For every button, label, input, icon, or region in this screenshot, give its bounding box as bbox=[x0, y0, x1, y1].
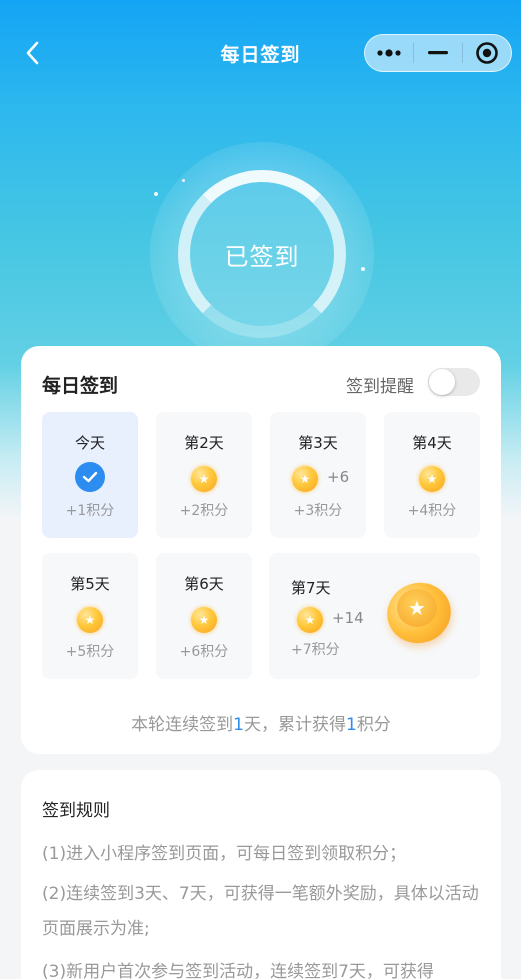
rules-title: 签到规则 bbox=[42, 801, 110, 821]
bonus-points: +14 bbox=[332, 609, 364, 627]
day-points: +5积分 bbox=[65, 644, 115, 660]
close-miniprogram-button[interactable] bbox=[463, 35, 511, 71]
day-label: 第7天 bbox=[291, 579, 331, 597]
day-card-today[interactable]: 今天 +1积分 bbox=[42, 412, 138, 538]
summary-middle: 天，累计获得 bbox=[244, 715, 346, 735]
coin-icon: ★ bbox=[292, 466, 318, 492]
reminder-label: 签到提醒 bbox=[346, 377, 414, 397]
check-icon bbox=[75, 462, 105, 492]
day-label: 第6天 bbox=[184, 575, 224, 593]
day-points: +4积分 bbox=[407, 503, 457, 519]
toggle-knob bbox=[429, 369, 455, 395]
minimize-button[interactable] bbox=[414, 35, 462, 71]
rule-item: (1)进入小程序签到页面，可每日签到领取积分； bbox=[42, 844, 407, 864]
day-points: +1积分 bbox=[65, 503, 115, 519]
rule-item: (2)连续签到3天、7天，可获得一笔额外奖励，具体以活动页面展示为准; bbox=[42, 884, 479, 939]
checkin-rules-card: 签到规则 (1)进入小程序签到页面，可每日签到领取积分； (2)连续签到3天、7… bbox=[21, 770, 501, 979]
coin-icon: ★ bbox=[419, 466, 445, 492]
more-button[interactable] bbox=[365, 35, 413, 71]
day-card-5[interactable]: 第5天 ★ +5积分 bbox=[42, 553, 138, 679]
reminder-toggle[interactable] bbox=[428, 368, 480, 396]
coin-icon: ★ bbox=[77, 607, 103, 633]
miniprogram-capsule bbox=[364, 34, 512, 72]
summary-suffix: 积分 bbox=[356, 715, 391, 735]
sparkle-decoration bbox=[154, 192, 158, 196]
summary-prefix: 本轮连续签到 bbox=[131, 715, 234, 735]
rule-item: (3)新用户首次参与签到活动，连续签到7天，可获得 bbox=[42, 962, 434, 979]
day-points: +7积分 bbox=[291, 642, 340, 658]
day-card-4[interactable]: 第4天 ★ +4积分 bbox=[384, 412, 480, 538]
checkin-status-text: 已签到 bbox=[224, 242, 300, 271]
day-card-6[interactable]: 第6天 ★ +6积分 bbox=[156, 553, 252, 679]
day-label: 第4天 bbox=[412, 434, 452, 452]
big-coin-reward-icon: ★ bbox=[379, 574, 459, 652]
day-card-3[interactable]: 第3天 ★ +6 +3积分 bbox=[270, 412, 366, 538]
day-label: 第2天 bbox=[184, 434, 224, 452]
day-card-2[interactable]: 第2天 ★ +2积分 bbox=[156, 412, 252, 538]
minimize-icon bbox=[428, 51, 448, 55]
checkin-summary: 本轮连续签到1天，累计获得1积分 bbox=[21, 710, 501, 735]
coin-icon: ★ bbox=[191, 466, 217, 492]
day-points: +3积分 bbox=[293, 503, 343, 519]
day-points: +6积分 bbox=[179, 644, 229, 660]
streak-days: 1 bbox=[233, 715, 244, 735]
day-label: 第3天 bbox=[298, 434, 338, 452]
coin-icon: ★ bbox=[191, 607, 217, 633]
day-points: +2积分 bbox=[179, 503, 229, 519]
navigation-bar: 每日签到 bbox=[0, 28, 521, 78]
coin-icon: ★ bbox=[297, 607, 323, 633]
total-points: 1 bbox=[346, 715, 357, 735]
day-label: 今天 bbox=[74, 434, 105, 452]
checkin-card-title: 每日签到 bbox=[42, 375, 119, 397]
checkin-status-ring: 已签到 bbox=[178, 170, 346, 338]
day-card-7[interactable]: 第7天 ★ +14 +7积分 ★ bbox=[269, 553, 480, 679]
bonus-points: +6 bbox=[327, 468, 350, 486]
target-close-icon bbox=[476, 42, 498, 64]
day-label: 第5天 bbox=[70, 575, 110, 593]
more-dots-icon bbox=[377, 49, 401, 57]
daily-checkin-card: 每日签到 签到提醒 今天 +1积分 第2天 ★ +2积分 第3天 ★ +6 +3… bbox=[21, 346, 501, 754]
